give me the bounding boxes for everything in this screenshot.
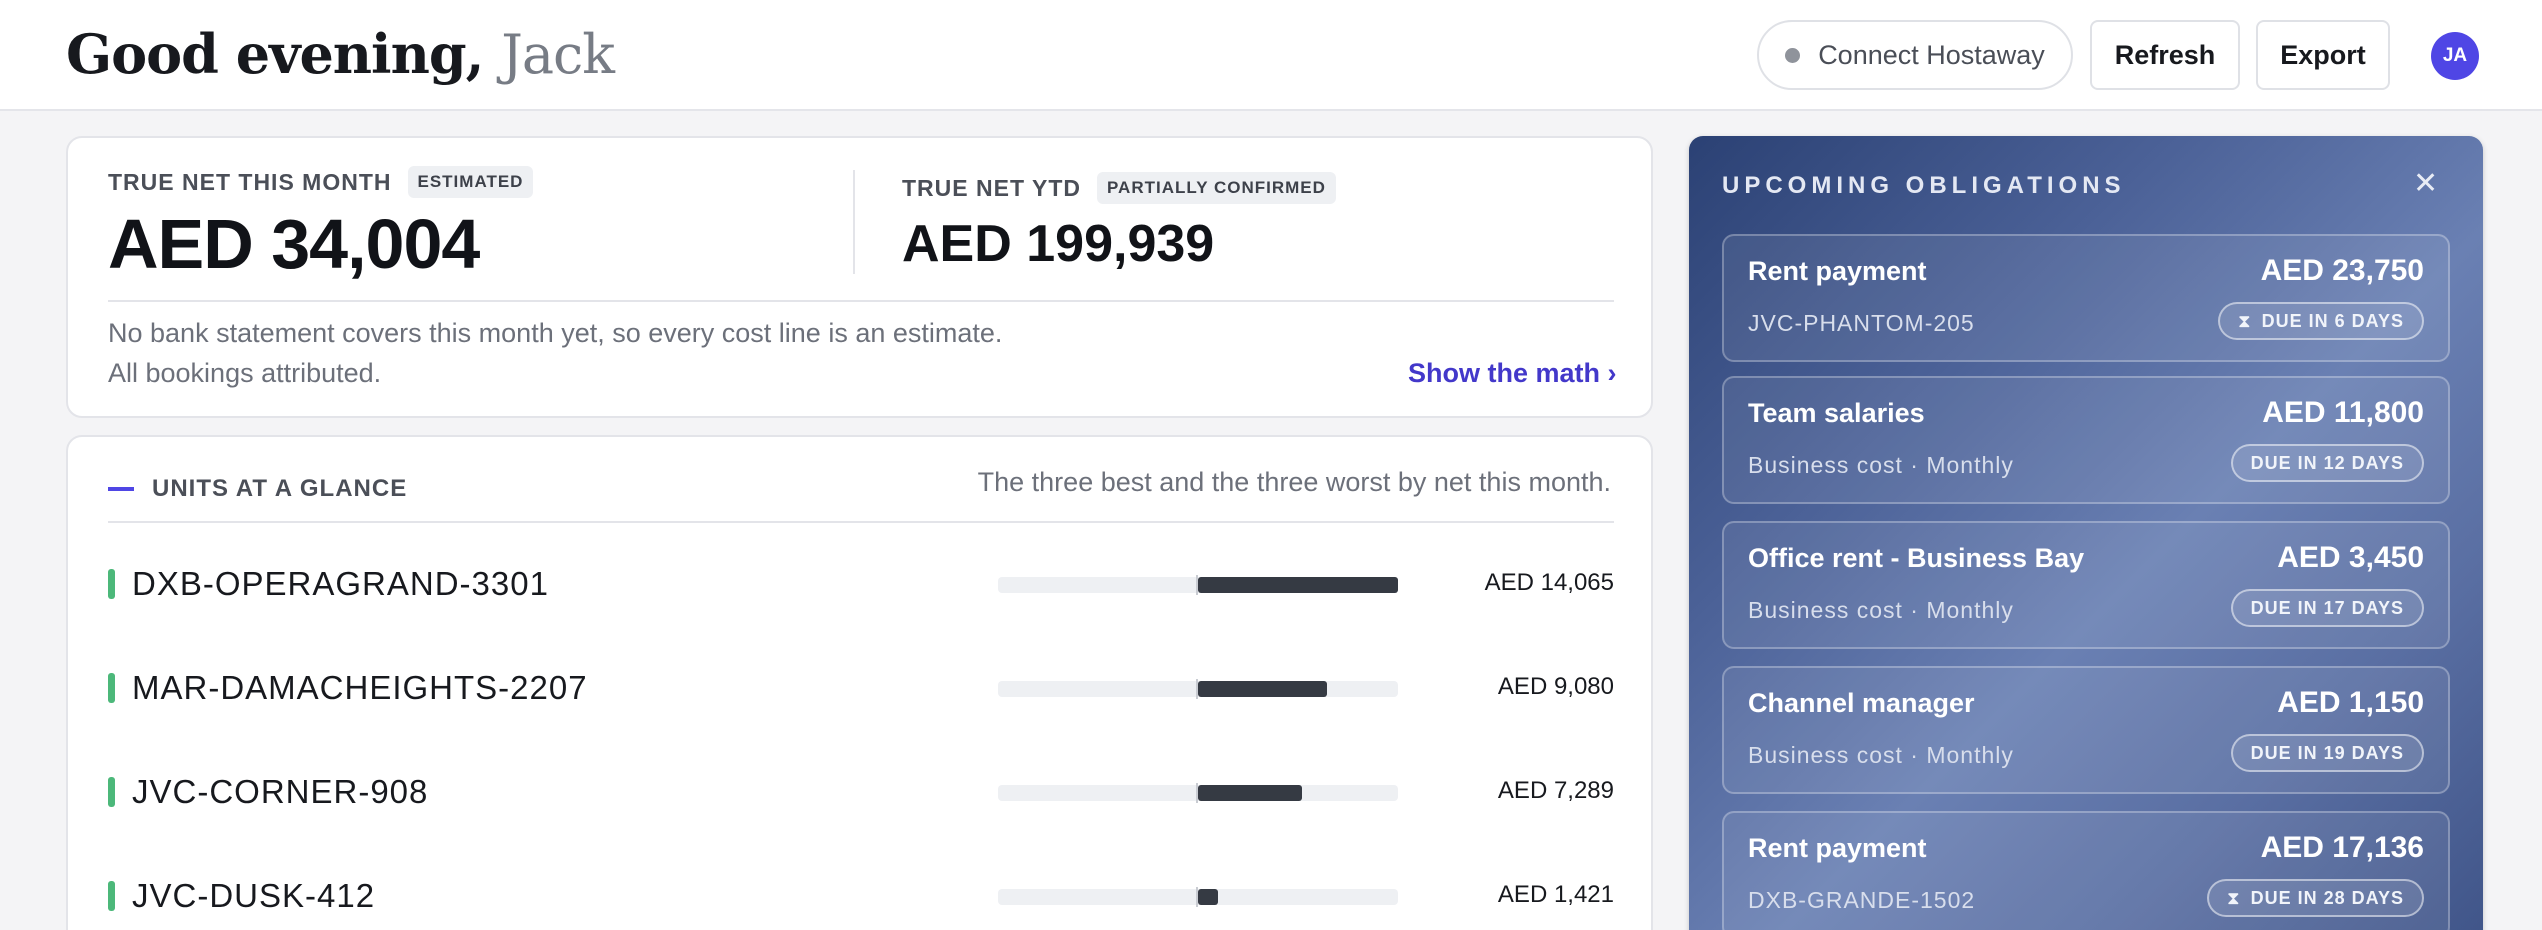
obligation-amount: AED 1,150 [2277,686,2424,719]
ytd-net-label: TRUE NET YTD [902,174,1081,201]
summary-divider-horizontal [108,300,1614,302]
unit-net-bar-fill [1198,577,1398,593]
greeting-user-name: Jack [501,23,615,86]
summary-divider-vertical [853,170,855,274]
units-title-text: UNITS AT A GLANCE [152,475,408,502]
section-accent-dash [108,487,134,491]
true-net-card: TRUE NET THIS MONTH ESTIMATED AED 34,004… [66,136,1653,418]
hourglass-icon: ⧗ [2226,887,2241,908]
ytd-net-label-row: TRUE NET YTD PARTIALLY CONFIRMED [902,172,1336,204]
zero-axis-tick [1196,783,1198,803]
hourglass-icon: ⧗ [2237,310,2252,331]
estimate-note: No bank statement covers this month yet,… [108,318,1003,348]
partially-confirmed-badge: PARTIALLY CONFIRMED [1096,172,1336,204]
unit-name: JVC-CORNER-908 [132,773,429,810]
unit-net-amount: AED 14,065 [1484,569,1614,596]
show-the-math-link[interactable]: Show the math › [1408,358,1617,389]
refresh-button[interactable]: Refresh [2090,20,2240,90]
ytd-net-value: AED 199,939 [902,215,1215,273]
unit-net-bar-track [998,679,1398,699]
due-badge-text: DUE IN 28 DAYS [2250,887,2404,908]
positive-marker [108,777,115,807]
due-badge: ⧗ DUE IN 6 DAYS [2217,302,2424,340]
status-dot-icon [1785,47,1801,63]
unit-net-amount: AED 9,080 [1497,673,1614,700]
obligation-title: Channel manager [1748,688,1975,718]
unit-row[interactable]: DXB-OPERAGRAND-3301 AED 14,065 [108,565,1614,605]
units-section-title: UNITS AT A GLANCE [108,475,407,503]
positive-marker [108,881,115,911]
unit-net-bar-fill [1198,889,1218,905]
unit-net-bar-track [998,575,1398,595]
unit-name: JVC-DUSK-412 [132,877,376,914]
unit-name: DXB-OPERAGRAND-3301 [132,565,549,602]
unit-net-bar-fill [1198,785,1302,801]
unit-net-bar-fill [1198,681,1327,697]
close-icon[interactable]: ✕ [2413,166,2438,201]
zero-axis-tick [1196,887,1198,907]
positive-marker [108,569,115,599]
obligation-title: Office rent - Business Bay [1748,543,2085,573]
zero-axis-tick [1196,679,1198,699]
month-net-label-row: TRUE NET THIS MONTH ESTIMATED [108,166,534,198]
unit-net-amount: AED 7,289 [1497,777,1614,804]
obligation-item[interactable]: Office rent - Business Bay AED 3,450 Bus… [1722,521,2450,649]
export-button[interactable]: Export [2256,20,2390,90]
unit-row[interactable]: JVC-DUSK-412 AED 1,421 [108,877,1614,917]
unit-net-amount: AED 1,421 [1497,881,1614,908]
due-badge-text: DUE IN 19 DAYS [2250,742,2404,763]
greeting-heading: Good evening, Jack [66,22,615,86]
obligation-subtitle: DXB-GRANDE-1502 [1748,887,1976,913]
obligation-amount: AED 23,750 [2260,254,2424,287]
obligation-subtitle: Business cost · Monthly [1748,742,2014,768]
due-badge: DUE IN 12 DAYS [2230,444,2424,482]
due-badge-text: DUE IN 17 DAYS [2250,597,2404,618]
obligation-amount: AED 3,450 [2277,541,2424,574]
positive-marker [108,673,115,703]
unit-row[interactable]: MAR-DAMACHEIGHTS-2207 AED 9,080 [108,669,1614,709]
obligation-item[interactable]: Team salaries AED 11,800 Business cost ·… [1722,376,2450,504]
obligation-item[interactable]: Rent payment AED 23,750 JVC-PHANTOM-205 … [1722,234,2450,362]
units-divider [108,521,1614,523]
connect-hostaway-button[interactable]: Connect Hostaway [1757,20,2073,90]
due-badge-text: DUE IN 6 DAYS [2261,310,2404,331]
obligation-title: Team salaries [1748,398,1925,428]
due-badge: DUE IN 19 DAYS [2230,734,2424,772]
obligation-title: Rent payment [1748,256,1927,286]
obligation-subtitle: Business cost · Monthly [1748,597,2014,623]
month-net-value: AED 34,004 [108,205,480,283]
zero-axis-tick [1196,575,1198,595]
obligation-subtitle: Business cost · Monthly [1748,452,2014,478]
due-badge-text: DUE IN 12 DAYS [2250,452,2404,473]
month-net-label: TRUE NET THIS MONTH [108,168,392,195]
units-at-a-glance-card: UNITS AT A GLANCE The three best and the… [66,435,1653,930]
obligation-amount: AED 11,800 [2262,396,2424,429]
unit-name: MAR-DAMACHEIGHTS-2207 [132,669,588,706]
obligation-amount: AED 17,136 [2260,831,2424,864]
obligations-title: UPCOMING OBLIGATIONS [1722,172,2126,199]
connect-hostaway-label: Connect Hostaway [1818,39,2045,70]
obligation-item[interactable]: Channel manager AED 1,150 Business cost … [1722,666,2450,794]
attribution-note: All bookings attributed. [108,358,382,388]
due-badge: ⧗ DUE IN 28 DAYS [2206,879,2424,917]
top-header: Good evening, Jack Connect Hostaway Refr… [0,0,2542,111]
unit-net-bar-track [998,783,1398,803]
units-subtitle: The three best and the three worst by ne… [977,467,1611,497]
obligation-item[interactable]: Rent payment AED 17,136 DXB-GRANDE-1502 … [1722,811,2450,930]
due-badge: DUE IN 17 DAYS [2230,589,2424,627]
estimated-badge: ESTIMATED [407,166,534,198]
greeting-text: Good evening, [66,22,484,86]
upcoming-obligations-panel: UPCOMING OBLIGATIONS ✕ Rent payment AED … [1689,136,2483,930]
unit-row[interactable]: JVC-CORNER-908 AED 7,289 [108,773,1614,813]
user-avatar[interactable]: JA [2431,32,2479,80]
obligation-title: Rent payment [1748,833,1927,863]
obligation-subtitle: JVC-PHANTOM-205 [1748,310,1975,336]
unit-net-bar-track [998,887,1398,907]
